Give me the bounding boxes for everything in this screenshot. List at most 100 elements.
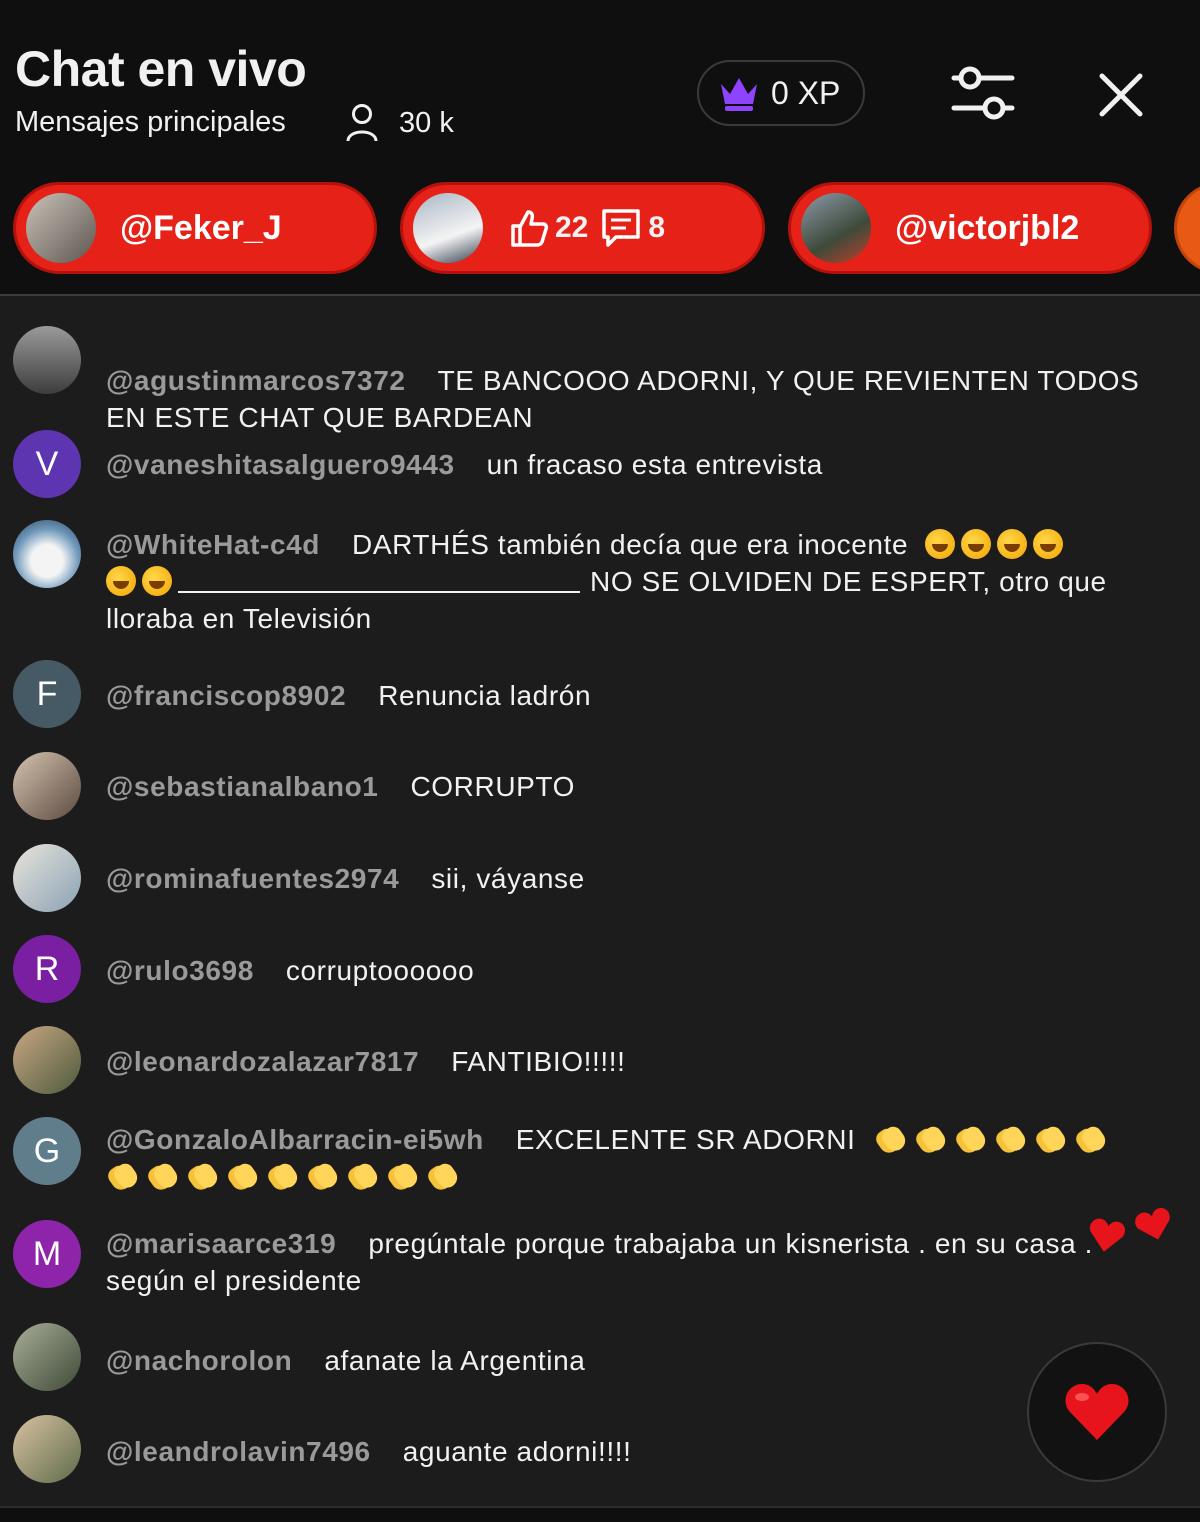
clap-emoji-icon: [186, 1160, 216, 1192]
message-text: FANTIBIO!!!!!: [451, 1046, 626, 1077]
chat-message: M @marisaarce319 pregúntale porque trabaj…: [0, 1220, 1200, 1302]
clap-emoji-icon: [106, 1160, 136, 1192]
message-author[interactable]: @leonardozalazar7817: [106, 1046, 419, 1077]
avatar: [13, 520, 81, 588]
viewer-count-value: 30 k: [399, 106, 454, 139]
crown-icon: [721, 78, 757, 111]
rofl-emoji-icon: [996, 529, 1027, 559]
avatar: [13, 752, 81, 820]
message-text: corruptoooooo: [285, 955, 475, 986]
avatar: G: [13, 1117, 81, 1185]
clap-emoji-icon: [386, 1160, 416, 1192]
pinned-user-name: @Feker_J: [120, 208, 282, 247]
underscore-line: [178, 591, 580, 593]
pinned-stats-chip[interactable]: 22 8: [400, 182, 765, 274]
chat-message: R @rulo3698 corruptoooooo: [0, 935, 1200, 1003]
react-heart-button[interactable]: [1027, 1342, 1167, 1482]
message-text: aguante adorni!!!!: [402, 1436, 632, 1467]
chat-message: @sebastianalbano1 CORRUPTO: [0, 752, 1200, 820]
message-author[interactable]: @marisaarce319: [106, 1228, 336, 1259]
settings-sliders-icon[interactable]: [950, 62, 1016, 124]
message-author[interactable]: @franciscop8902: [106, 680, 346, 711]
clap-emoji-icon: [914, 1123, 944, 1155]
avatar: R: [13, 935, 81, 1003]
pinned-user-chip[interactable]: @victorjbl2: [788, 182, 1152, 274]
clap-emoji-icon: [346, 1160, 376, 1192]
message-text: afanate la Argentina: [324, 1345, 586, 1376]
xp-value: 0 XP: [771, 74, 841, 111]
floating-hearts-icon: [1090, 1208, 1170, 1252]
clap-emoji-icon: [226, 1160, 256, 1192]
avatar: [13, 1026, 81, 1094]
message-author[interactable]: @rulo3698: [106, 955, 254, 986]
message-author[interactable]: @leandrolavin7496: [106, 1436, 371, 1467]
thumbs-up-icon: [511, 210, 549, 247]
message-author[interactable]: @nachorolon: [106, 1345, 292, 1376]
avatar: M: [13, 1220, 81, 1288]
comment-count: 8: [648, 211, 666, 244]
clap-emoji-icon: [874, 1123, 904, 1155]
chat-message: F @franciscop8902 Renuncia ladrón: [0, 660, 1200, 728]
chat-message: @agustinmarcos7372 TE BANCOOO ADORNI, Y Q…: [0, 326, 1200, 433]
person-icon: [346, 104, 378, 142]
chat-message: @leonardozalazar7817 FANTIBIO!!!!!: [0, 1026, 1200, 1094]
rofl-emoji-icon: [1032, 529, 1063, 559]
message-author[interactable]: @sebastianalbano1: [106, 771, 378, 802]
message-author[interactable]: @vaneshitasalguero9443: [106, 449, 455, 480]
clap-emoji-icon: [954, 1123, 984, 1155]
pinned-users-row: @Feker_J 22 8 @victorjbl2: [0, 182, 1200, 274]
message-text: Renuncia ladrón: [378, 680, 592, 711]
message-author[interactable]: @rominafuentes2974: [106, 863, 399, 894]
avatar: [801, 193, 871, 263]
chat-header: Chat en vivo Mensajes principales 30 k 0…: [0, 0, 1200, 296]
pinned-user-chip[interactable]: [1174, 182, 1200, 274]
chat-message-list[interactable]: @agustinmarcos7372 TE BANCOOO ADORNI, Y Q…: [0, 296, 1200, 1506]
rofl-emoji-icon: [924, 529, 955, 559]
clap-emoji-icon: [994, 1123, 1024, 1155]
clap-emoji-icon: [1034, 1123, 1064, 1155]
message-text: un fracaso esta entrevista: [486, 449, 823, 480]
avatar: [13, 326, 81, 394]
rofl-emoji-icon: [960, 529, 991, 559]
avatar: [413, 193, 483, 263]
pinned-user-chip[interactable]: @Feker_J: [13, 182, 377, 274]
chat-message: @WhiteHat-c4d DARTHÉS también decía que e…: [0, 520, 1200, 634]
avatar: [13, 844, 81, 912]
message-author[interactable]: @GonzaloAlbarracin-ei5wh: [106, 1124, 484, 1155]
avatar: [13, 1323, 81, 1391]
message-author[interactable]: @agustinmarcos7372: [106, 365, 406, 396]
message-text: DARTHÉS también decía que era inocente: [352, 529, 909, 560]
pinned-stats: 22 8: [509, 207, 671, 249]
avatar: F: [13, 660, 81, 728]
avatar: [13, 1415, 81, 1483]
message-text: sii, váyanse: [431, 863, 585, 894]
chat-message: @nachorolon afanate la Argentina: [0, 1323, 1200, 1391]
chat-message: @leandrolavin7496 aguante adorni!!!!: [0, 1415, 1200, 1483]
chat-message: V @vaneshitasalguero9443 un fracaso esta …: [0, 430, 1200, 500]
message-text-continued: NO SE OLVIDEN DE ESPERT, otro que llorab…: [106, 566, 1107, 634]
page-title: Chat en vivo: [15, 41, 307, 97]
viewer-count: 30 k: [345, 102, 454, 144]
chat-mode-selector[interactable]: Mensajes principales: [15, 106, 286, 139]
clap-emoji-icon: [426, 1160, 456, 1192]
comment-icon: [602, 209, 641, 247]
rofl-emoji-icon: [142, 566, 172, 596]
close-icon[interactable]: [1092, 66, 1150, 124]
rofl-emoji-icon: [106, 566, 136, 596]
like-count: 22: [555, 211, 589, 244]
clap-emoji-icon: [1074, 1123, 1104, 1155]
clap-emoji-icon: [266, 1160, 296, 1192]
message-text: EXCELENTE SR ADORNI: [515, 1124, 856, 1155]
xp-badge[interactable]: 0 XP: [697, 60, 865, 126]
heart-icon: [1065, 1384, 1129, 1440]
clap-emoji-icon: [306, 1160, 336, 1192]
chat-message: @rominafuentes2974 sii, váyanse: [0, 844, 1200, 912]
message-text: CORRUPTO: [410, 771, 575, 802]
message-author[interactable]: @WhiteHat-c4d: [106, 529, 320, 560]
avatar: V: [13, 430, 81, 498]
clap-emoji-icon: [146, 1160, 176, 1192]
bottom-bar: [0, 1506, 1200, 1522]
chat-message: G @GonzaloAlbarracin-ei5wh EXCELENTE SR A…: [0, 1117, 1200, 1213]
avatar: [26, 193, 96, 263]
pinned-user-name: @victorjbl2: [895, 208, 1080, 247]
